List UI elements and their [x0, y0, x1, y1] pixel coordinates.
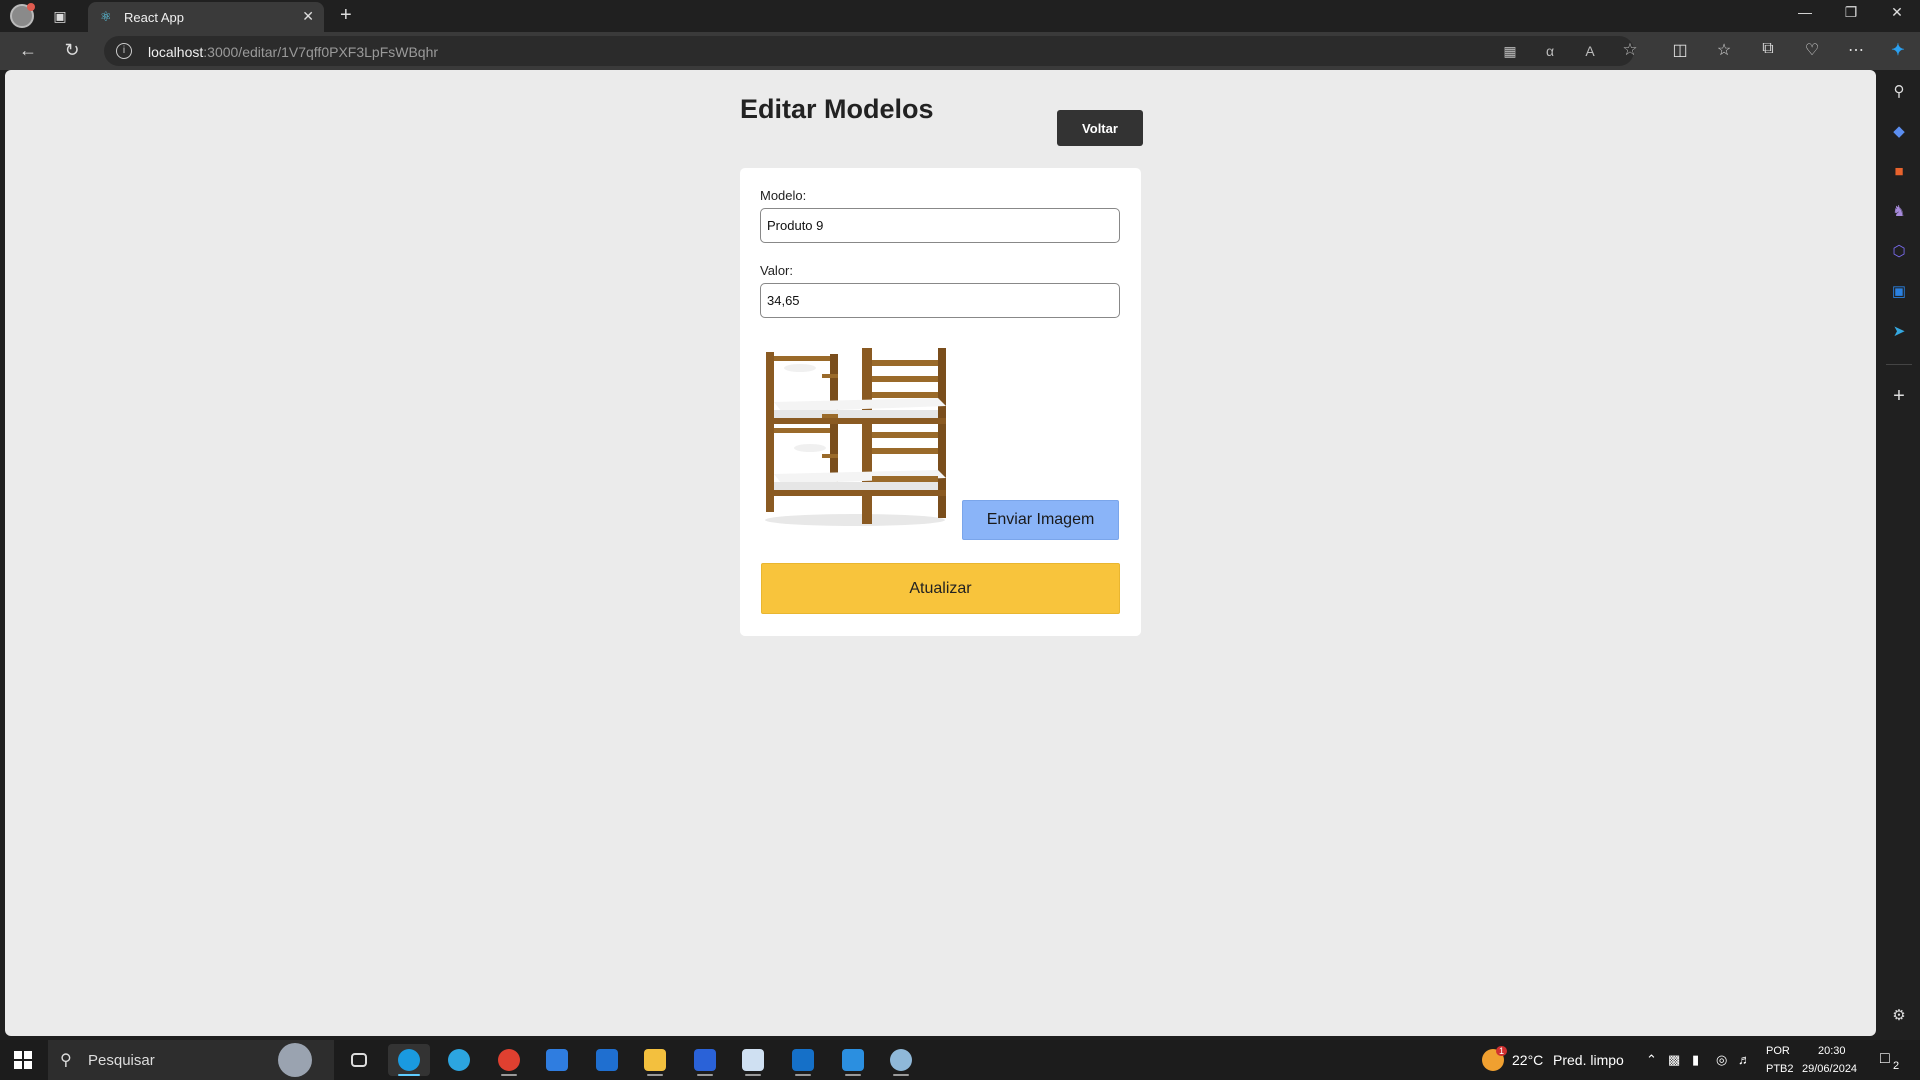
url-text[interactable]: localhost:3000/editar/1V7qff0PXF3LpFsWBq… [148, 44, 438, 60]
search-icon: ⚲ [60, 1052, 72, 1069]
split-screen-icon[interactable]: ◫ [1668, 40, 1692, 60]
outlook-icon[interactable]: ▣ [1889, 282, 1909, 302]
modelo-input[interactable] [760, 208, 1120, 243]
back-arrow-icon[interactable]: ← [16, 40, 40, 61]
translate-icon[interactable]: α [1540, 43, 1560, 59]
minimize-icon[interactable]: — [1790, 4, 1820, 20]
read-aloud-icon[interactable]: A [1580, 43, 1600, 59]
taskbar-search[interactable]: ⚲ Pesquisar [48, 1040, 334, 1080]
search-icon[interactable]: ⚲ [1889, 82, 1909, 102]
weather-temp[interactable]: 22°C [1512, 1052, 1543, 1068]
file-explorer-icon[interactable] [634, 1044, 676, 1076]
battery-icon[interactable]: ▮ [1692, 1052, 1699, 1068]
chess-icon[interactable]: ♞ [1889, 202, 1909, 222]
edit-form-card: Modelo: Valor: [740, 168, 1141, 636]
notepad-app-icon[interactable] [732, 1044, 774, 1076]
toolbox-icon[interactable]: ■ [1889, 162, 1909, 182]
sidebar-divider [1886, 364, 1912, 365]
search-highlight-icon [278, 1043, 312, 1077]
valor-input[interactable] [760, 283, 1120, 318]
browser-tab[interactable]: ⚛ React App ✕ [88, 2, 324, 32]
copilot-icon[interactable]: ✦ [1886, 40, 1910, 60]
tab-title: React App [124, 10, 184, 25]
edge-app-icon[interactable] [388, 1044, 430, 1076]
telegram-app-icon[interactable] [438, 1044, 480, 1076]
new-tab-icon[interactable]: + [340, 4, 352, 27]
meet-now-icon[interactable]: ▩ [1668, 1052, 1680, 1068]
translator-app-icon[interactable] [684, 1044, 726, 1076]
product-image [760, 344, 950, 530]
notification-count: 2 [1893, 1060, 1900, 1072]
search-placeholder: Pesquisar [88, 1052, 155, 1069]
telegram-icon[interactable]: ➤ [1889, 322, 1909, 342]
page-title: Editar Modelos [740, 94, 934, 124]
site-info-icon[interactable]: i [116, 43, 132, 59]
app-available-icon[interactable]: ▦ [1500, 43, 1520, 60]
windows-start-icon[interactable] [14, 1051, 32, 1069]
task-view-icon[interactable] [338, 1044, 380, 1076]
react-icon: ⚛ [100, 9, 112, 24]
back-button[interactable]: Voltar [1057, 110, 1143, 146]
more-options-icon[interactable]: ⋯ [1844, 40, 1868, 60]
favorite-star-icon[interactable]: ☆ [1620, 40, 1640, 60]
clock-date[interactable]: 29/06/2024 [1802, 1063, 1857, 1075]
page-viewport: Editar Modelos Voltar Modelo: Valor: [5, 70, 1876, 1036]
volume-icon[interactable]: ♬ [1738, 1052, 1751, 1067]
collections-icon[interactable]: ⧉ [1756, 40, 1780, 58]
notification-icon[interactable]: □ [1880, 1050, 1890, 1068]
modelo-label: Modelo: [760, 188, 807, 203]
update-button[interactable]: Atualizar [761, 563, 1120, 614]
refresh-icon[interactable]: ↻ [60, 40, 84, 61]
wifi-icon[interactable]: ◎ [1716, 1052, 1727, 1068]
weather-badge: 1 [1496, 1046, 1508, 1056]
copilot-icon[interactable]: ⬡ [1889, 242, 1909, 262]
paint-app-icon[interactable] [880, 1044, 922, 1076]
browser-tab-bar: ▣ ⚛ React App ✕ + — ❐ ✕ [0, 0, 1920, 32]
address-bar[interactable]: i localhost:3000/editar/1V7qff0PXF3LpFsW… [104, 36, 1638, 66]
store-app-icon[interactable] [536, 1044, 578, 1076]
vscode-app-icon[interactable] [832, 1044, 874, 1076]
chrome-app-icon[interactable] [488, 1044, 530, 1076]
windows-taskbar: ⚲ Pesquisar 1 22°C Pred. limpo ⌃ ▩ ▮ ◎ ♬… [0, 1040, 1920, 1080]
tab-actions-icon[interactable]: ▣ [50, 6, 70, 26]
edge-sidebar: ⚲ ◆ ■ ♞ ⬡ ▣ ➤ + ⚙ [1878, 70, 1920, 1040]
add-icon[interactable]: + [1889, 386, 1909, 406]
profile-avatar[interactable] [10, 3, 35, 28]
valor-label: Valor: [760, 263, 793, 278]
mail-app-icon[interactable] [586, 1044, 628, 1076]
close-tab-icon[interactable]: ✕ [302, 8, 314, 25]
show-hidden-icons-icon[interactable]: ⌃ [1646, 1052, 1657, 1068]
shopping-tag-icon[interactable]: ◆ [1889, 122, 1909, 142]
weather-description[interactable]: Pred. limpo [1553, 1052, 1624, 1068]
close-window-icon[interactable]: ✕ [1882, 4, 1912, 21]
favorites-icon[interactable]: ☆ [1712, 40, 1736, 60]
browser-toolbar: ← ↻ i localhost:3000/editar/1V7qff0PXF3L… [0, 32, 1920, 70]
restore-icon[interactable]: ❐ [1836, 4, 1866, 21]
browser-essentials-icon[interactable]: ♡ [1800, 40, 1824, 60]
outlook-app-icon[interactable] [782, 1044, 824, 1076]
keyboard-layout[interactable]: PTB2 [1766, 1063, 1794, 1075]
settings-icon[interactable]: ⚙ [1889, 1006, 1909, 1026]
upload-image-button[interactable]: Enviar Imagem [962, 500, 1119, 540]
language-code[interactable]: POR [1766, 1045, 1790, 1057]
clock-time[interactable]: 20:30 [1818, 1045, 1846, 1057]
